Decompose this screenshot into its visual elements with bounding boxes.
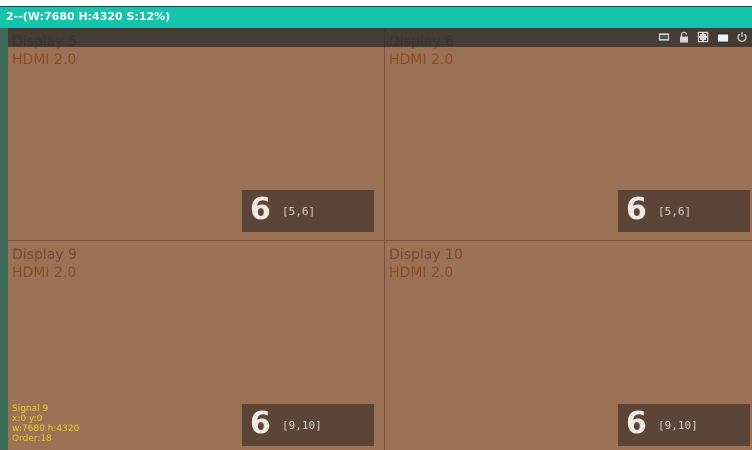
badge-range: [5,6] [282,205,316,218]
window-toolbar [8,28,752,47]
display-signal-type: HDMI 2.0 [12,265,77,281]
signal-info-order: Order:18 [12,434,52,444]
display-signal-type: HDMI 2.0 [389,52,454,68]
badge-range: [9,10] [658,419,698,432]
window-title: 2--(W:7680 H:4320 S:12%) [6,10,171,23]
window-icon[interactable] [717,31,729,43]
fullscreen-icon[interactable] [697,31,709,43]
signal-info-signal: Signal 9 [12,404,49,414]
video-wall-canvas[interactable]: Display 5 HDMI 2.0 6 [5,6] Display 6 HDM… [8,28,752,450]
hdmi-input-icon[interactable] [658,31,670,43]
badge-number: 6 [250,406,271,441]
badge-number: 6 [250,192,271,227]
signal-info-overlay: Signal 9 x:0 y:0 w:7680 h:4320 Order:18 [12,404,79,444]
display-name: Display 10 [389,247,463,263]
power-icon[interactable] [736,31,748,43]
badge-range: [5,6] [658,205,692,218]
window-layer-badge[interactable]: 6 [5,6] [242,190,374,232]
display-name: Display 9 [12,247,77,263]
badge-range: [9,10] [282,419,322,432]
window-layer-badge[interactable]: 6 [9,10] [618,404,750,446]
display-signal-type: HDMI 2.0 [389,265,454,281]
window-titlebar[interactable]: 2--(W:7680 H:4320 S:12%) [0,6,752,28]
display-cell-9[interactable]: Display 9 HDMI 2.0 Signal 9 x:0 y:0 w:76… [8,241,385,450]
lock-icon[interactable] [678,31,690,43]
badge-number: 6 [626,192,647,227]
badge-number: 6 [626,406,647,441]
display-cell-6[interactable]: Display 6 HDMI 2.0 6 [5,6] [385,28,752,241]
display-signal-type: HDMI 2.0 [12,52,77,68]
window-layer-badge[interactable]: 6 [5,6] [618,190,750,232]
signal-info-position: x:0 y:0 [12,414,43,424]
display-cell-5[interactable]: Display 5 HDMI 2.0 6 [5,6] [8,28,385,241]
window-layer-badge[interactable]: 6 [9,10] [242,404,374,446]
window-left-border [0,28,8,450]
display-cell-10[interactable]: Display 10 HDMI 2.0 6 [9,10] [385,241,752,450]
signal-info-size: w:7680 h:4320 [12,424,80,434]
